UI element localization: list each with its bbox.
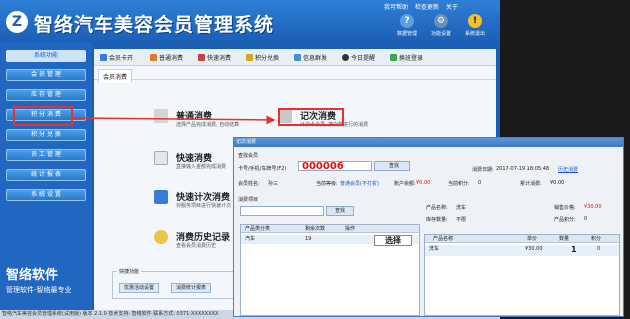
item-search-input[interactable] [240, 206, 324, 216]
sidebar-header: 系统功能 [6, 50, 86, 62]
help-icon: ? [400, 14, 414, 28]
card-icon [100, 54, 107, 61]
account-balance: ¥0.00 [416, 180, 431, 186]
table-row[interactable]: 洗车 ¥30.00 1 0 [425, 245, 619, 256]
member-name: 孙三 [268, 181, 279, 187]
card-input[interactable]: 000006 [298, 161, 372, 172]
right-grid: 产品名称 单价 数量 积分 洗车 ¥30.00 1 0 [424, 234, 620, 316]
tab-bar: 会员消费 [94, 69, 496, 83]
consume-time: 2017-07-19 18:05:48 [496, 166, 550, 172]
settings-button[interactable]: ⚙ 功能设置 [426, 14, 456, 37]
brand-name: 智络软件 [6, 268, 59, 283]
tab-member-consume[interactable]: 会员消费 [98, 69, 133, 83]
grid-header: 数量 [557, 235, 585, 243]
item-search-button[interactable]: 查找 [326, 206, 354, 216]
wallet-icon [154, 151, 168, 165]
history-link[interactable]: 历史消费 [558, 166, 578, 173]
current-points: 0 [478, 180, 482, 186]
grid-header: 剩余次数 [301, 225, 341, 233]
sidebar-item-exchange[interactable]: 积 分 兑 换 [6, 129, 86, 141]
sale-price: ¥30.00 [584, 204, 602, 210]
cart-icon [150, 54, 157, 61]
discount-settings-button[interactable]: 优惠活动设置 [119, 283, 160, 293]
sidebar-item-member[interactable]: 会 员 管 理 [6, 69, 86, 81]
toolbar-reminder[interactable]: 今日提醒 [342, 53, 375, 62]
message-icon [294, 54, 301, 61]
sidebar-item-report[interactable]: 统 计 报 表 [6, 169, 86, 181]
total-spend: ¥0.00 [550, 180, 565, 186]
product-points: 0 [584, 216, 588, 222]
find-member-section: 查找会员 [238, 153, 259, 159]
highlight-sidebar [13, 106, 73, 126]
brand-slogan: 管理软件-智络最专业 [6, 286, 72, 294]
grid-header: 积分 [585, 235, 619, 243]
count-consume-dialog: 记次消费 查找会员 卡号/手机/车牌号(F2) 000006 查找 消费日期: … [233, 137, 624, 317]
toolbar-quick-consume[interactable]: 快速消费 [198, 53, 231, 62]
toolbar-points-exchange[interactable]: 积分兑换 [246, 53, 279, 62]
refresh-icon [390, 54, 397, 61]
grid-header: 单价 [511, 235, 557, 243]
settings-icon: ⚙ [434, 14, 448, 28]
cashier-icon [154, 109, 168, 123]
app-title: 智络汽车美容会员管理系统 [34, 14, 275, 36]
sidebar-item-staff[interactable]: 员 工 管 理 [6, 149, 86, 161]
product-name: 洗车 [456, 205, 467, 211]
grid-header: 产品类分类 [241, 225, 301, 233]
quantity-input[interactable]: 1 [571, 245, 577, 254]
member-level: 普通会员(不打折) [340, 181, 379, 187]
grid-header: 产品名称 [425, 235, 511, 243]
sidebar: 系统功能 会 员 管 理 库 存 管 理 积 分 消 费 积 分 兑 换 员 工… [0, 42, 92, 319]
toolbar-shift-login[interactable]: 换班登录 [390, 53, 423, 62]
monitor-icon [154, 190, 168, 204]
update-link[interactable]: 检查更新 [415, 4, 439, 11]
toolbar-normal-consume[interactable]: 普通消费 [150, 53, 183, 62]
toolbar-sms[interactable]: 信息群发 [294, 53, 327, 62]
app-header: Z 智络汽车美容会员管理系统 我可帮助 检查更新 关于 ? 数据管理 ⚙ 功能设… [0, 0, 500, 42]
exit-button[interactable]: ! 系统退出 [460, 14, 490, 37]
select-button[interactable]: 选择 [374, 235, 412, 246]
items-section: 消费项目 [238, 197, 259, 203]
highlight-count-consume [278, 108, 344, 126]
brand-block: 智络软件 管理软件-智络最专业 [6, 264, 72, 295]
top-links: 我可帮助 检查更新 关于 [384, 2, 463, 11]
app-logo: Z [6, 11, 28, 33]
stock-qty: 不限 [456, 217, 467, 223]
about-link[interactable]: 关于 [446, 4, 458, 11]
dialog-title: 记次消费 [234, 138, 623, 147]
toolbar-card-button[interactable]: 会员卡开 [100, 53, 133, 62]
lightning-icon [198, 54, 205, 61]
history-icon [154, 230, 168, 244]
find-button[interactable]: 查找 [374, 161, 410, 171]
consume-report-button[interactable]: 消费统计报表 [171, 283, 212, 293]
clock-icon [342, 54, 349, 61]
sidebar-item-stock[interactable]: 库 存 管 理 [6, 89, 86, 101]
data-manage-button[interactable]: ? 数据管理 [392, 14, 422, 37]
quick-functions-label: 快捷功能 [117, 268, 142, 275]
toolbar: 会员卡开 普通消费 快速消费 积分兑换 信息群发 今日提醒 换班登录 [94, 49, 496, 66]
sidebar-item-system[interactable]: 系 统 设 置 [6, 189, 86, 201]
grid-header: 操作 [341, 225, 419, 233]
help-link[interactable]: 我可帮助 [384, 4, 408, 11]
warning-icon: ! [468, 14, 482, 28]
gift-icon [246, 54, 253, 61]
card-label: 卡号/手机/车牌号(F2) [238, 166, 287, 172]
